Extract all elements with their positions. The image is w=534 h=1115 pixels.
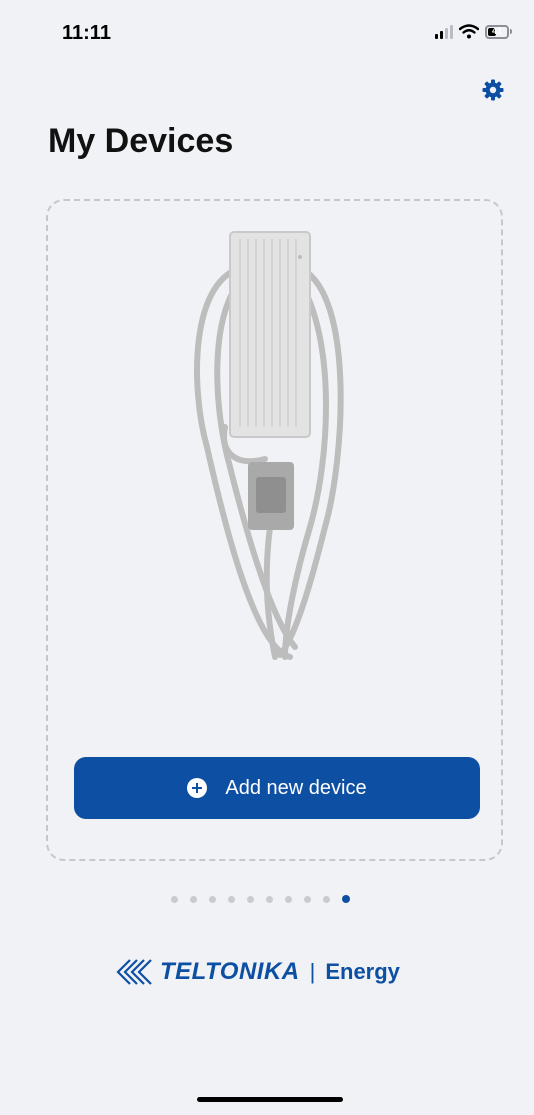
- brand-subtitle: Energy: [325, 959, 400, 984]
- battery-icon: 41: [485, 24, 509, 39]
- battery-level: 41: [491, 25, 502, 36]
- signal-icon: [435, 24, 453, 39]
- page-dot[interactable]: [171, 895, 178, 903]
- plus-circle-icon: [187, 778, 208, 798]
- gear-icon[interactable]: [481, 78, 505, 102]
- page-title: My Devices: [48, 122, 234, 160]
- status-icons: 41: [435, 24, 512, 39]
- status-time: 11:11: [62, 22, 111, 44]
- brand-logo: TELTONIKA | Energy: [114, 952, 400, 992]
- page-dot[interactable]: [209, 895, 216, 903]
- battery-nub: [510, 29, 512, 34]
- page-dot[interactable]: [266, 895, 273, 903]
- status-bar: 11:11 41: [0, 0, 534, 70]
- home-indicator: [197, 1097, 343, 1102]
- page-indicator: [171, 895, 350, 903]
- page-dot[interactable]: [247, 895, 254, 903]
- page-dot[interactable]: [228, 895, 235, 903]
- add-new-device-button[interactable]: Add new device: [74, 757, 480, 819]
- page-dot[interactable]: [285, 895, 292, 903]
- page-dot[interactable]: [342, 895, 350, 903]
- brand-name: TELTONIKA: [160, 958, 300, 985]
- wifi-icon: [459, 24, 479, 39]
- page-dot[interactable]: [190, 895, 197, 903]
- page-dot[interactable]: [323, 895, 330, 903]
- teltonika-logo-icon: [116, 959, 152, 985]
- brand-separator: |: [309, 959, 316, 984]
- add-new-device-label: Add new device: [225, 776, 367, 799]
- ev-charger-placeholder-image: [194, 231, 344, 660]
- page-dot[interactable]: [304, 895, 311, 903]
